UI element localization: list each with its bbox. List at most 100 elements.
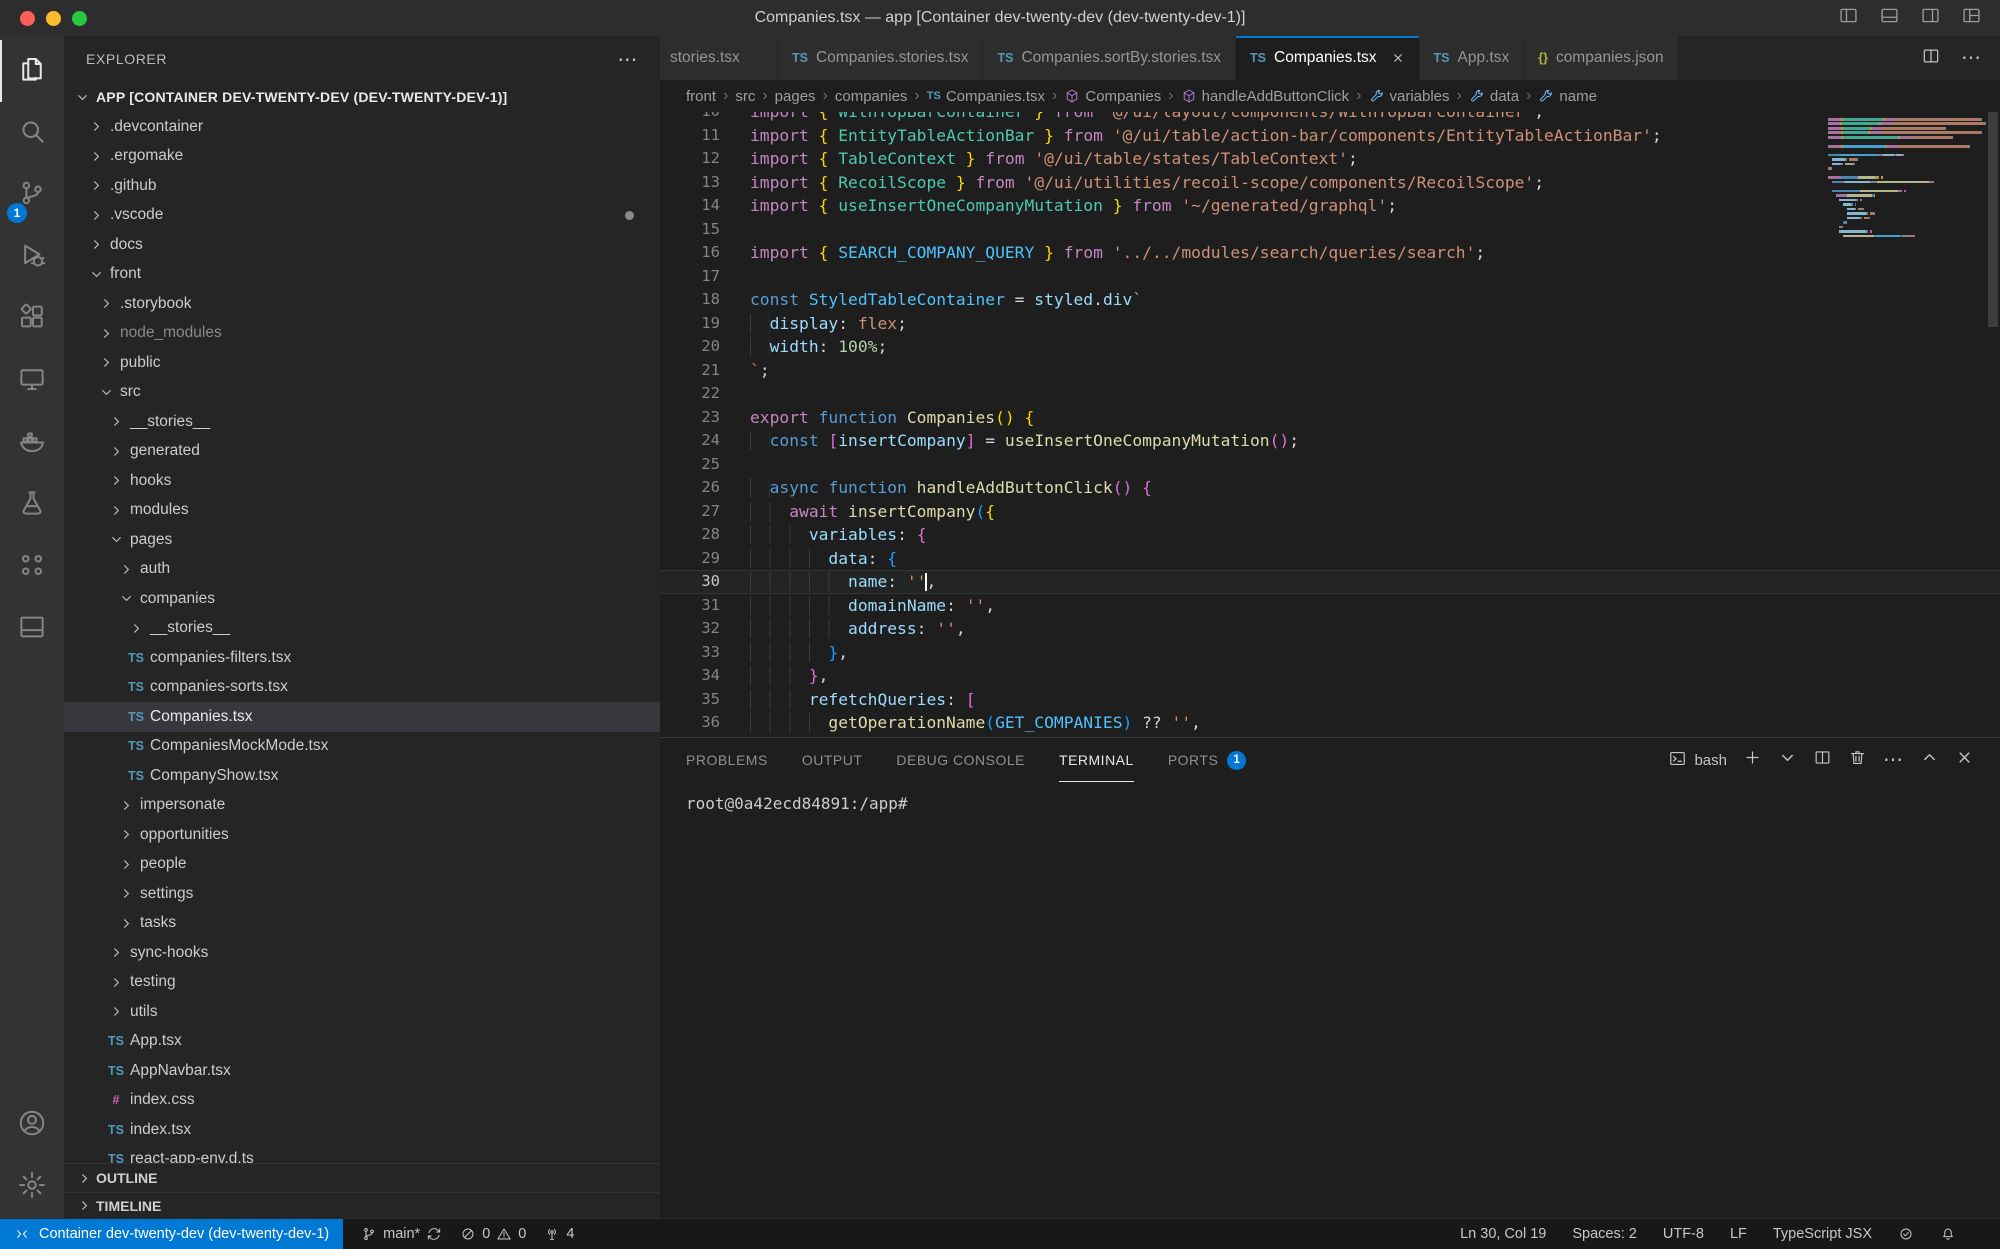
tab-Companies.tsx[interactable]: TS Companies.tsx [1236, 36, 1420, 80]
outline-section-header[interactable]: OUTLINE [64, 1163, 660, 1192]
tree-item-impersonate[interactable]: impersonate [64, 791, 660, 821]
activity-item-testing[interactable] [0, 474, 64, 536]
code-line-32[interactable]: 32 address: '', [660, 617, 2000, 641]
code-line-21[interactable]: 21`; [660, 359, 2000, 383]
breadcrumb-Companies[interactable]: Companies [1064, 88, 1161, 105]
breadcrumb-src[interactable]: src [735, 88, 755, 105]
tree-item-testing[interactable]: testing [64, 968, 660, 998]
tree-item-src[interactable]: src [64, 378, 660, 408]
git-branch[interactable]: main* [361, 1226, 442, 1242]
breadcrumb-name[interactable]: name [1538, 88, 1597, 105]
panel-tab-TERMINAL[interactable]: TERMINAL [1059, 738, 1134, 782]
cursor-position[interactable]: Ln 30, Col 19 [1460, 1226, 1546, 1242]
problems-summary[interactable]: 0 0 [460, 1226, 526, 1242]
editor-more-actions-icon[interactable]: ⋯ [1961, 48, 1982, 68]
code-line-22[interactable]: 22 [660, 382, 2000, 406]
eol-selector[interactable]: LF [1730, 1226, 1747, 1242]
code-editor[interactable]: 10import { WithTopBarContainer } from '@… [660, 112, 2000, 737]
tree-item-CompaniesMockMode.tsx[interactable]: TSCompaniesMockMode.tsx [64, 732, 660, 762]
tree-item-companies[interactable]: companies [64, 584, 660, 614]
shell-selector[interactable]: bash [1668, 749, 1727, 772]
language-mode[interactable]: TypeScript JSX [1773, 1226, 1872, 1242]
tree-item-.github[interactable]: .github [64, 171, 660, 201]
code-line-16[interactable]: 16import { SEARCH_COMPANY_QUERY } from '… [660, 241, 2000, 265]
tree-item-__stories__[interactable]: __stories__ [64, 614, 660, 644]
tree-item-.vscode[interactable]: .vscode [64, 201, 660, 231]
tree-item-companies-sorts.tsx[interactable]: TScompanies-sorts.tsx [64, 673, 660, 703]
breadcrumb-front[interactable]: front [686, 88, 716, 105]
kill-terminal-icon[interactable] [1848, 748, 1867, 772]
code-line-29[interactable]: 29 data: { [660, 547, 2000, 571]
code-line-25[interactable]: 25 [660, 453, 2000, 477]
tree-item-generated[interactable]: generated [64, 437, 660, 467]
tree-item-tasks[interactable]: tasks [64, 909, 660, 939]
code-line-20[interactable]: 20 width: 100%; [660, 335, 2000, 359]
tree-item-hooks[interactable]: hooks [64, 466, 660, 496]
breadcrumb-companies[interactable]: companies [835, 88, 908, 105]
panel-tab-PORTS[interactable]: PORTS 1 [1168, 738, 1246, 782]
tree-item-AppNavbar.tsx[interactable]: TSAppNavbar.tsx [64, 1056, 660, 1086]
close-window-button[interactable] [20, 11, 35, 26]
activity-item-remote-explorer[interactable] [0, 350, 64, 412]
tree-item-companies-filters.tsx[interactable]: TScompanies-filters.tsx [64, 643, 660, 673]
close-tab-icon[interactable] [1391, 51, 1405, 65]
tree-item-.ergomake[interactable]: .ergomake [64, 142, 660, 172]
panel-tab-DEBUG CONSOLE[interactable]: DEBUG CONSOLE [896, 738, 1025, 782]
breadcrumb-pages[interactable]: pages [775, 88, 816, 105]
code-line-23[interactable]: 23export function Companies() { [660, 406, 2000, 430]
code-line-11[interactable]: 11import { EntityTableActionBar } from '… [660, 124, 2000, 148]
code-line-30[interactable]: 30 name: '', [660, 570, 2000, 594]
tree-item-utils[interactable]: utils [64, 997, 660, 1027]
split-editor-icon[interactable] [1921, 46, 1941, 71]
scrollbar-thumb[interactable] [1988, 112, 1998, 327]
layout-sidebar-right-icon[interactable] [1920, 5, 1941, 31]
tree-item-App.tsx[interactable]: TSApp.tsx [64, 1027, 660, 1057]
tree-item-index.tsx[interactable]: TSindex.tsx [64, 1115, 660, 1145]
code-line-18[interactable]: 18const StyledTableContainer = styled.di… [660, 288, 2000, 312]
indentation[interactable]: Spaces: 2 [1572, 1226, 1637, 1242]
explorer-more-actions-icon[interactable]: ⋯ [617, 47, 638, 72]
tab-Companies.sortBy.stories.tsx[interactable]: TS Companies.sortBy.stories.tsx [983, 36, 1236, 80]
breadcrumb-variables[interactable]: variables [1369, 88, 1450, 105]
tree-item-front[interactable]: front [64, 260, 660, 290]
tree-item-auth[interactable]: auth [64, 555, 660, 585]
zoom-window-button[interactable] [72, 11, 87, 26]
notifications-bell-icon[interactable] [1940, 1226, 1956, 1242]
code-line-33[interactable]: 33 }, [660, 641, 2000, 665]
code-line-19[interactable]: 19 display: flex; [660, 312, 2000, 336]
panel-tab-OUTPUT[interactable]: OUTPUT [802, 738, 863, 782]
activity-item-source-control[interactable]: 1 [0, 164, 64, 226]
minimize-window-button[interactable] [46, 11, 61, 26]
tree-item-node_modules[interactable]: node_modules [64, 319, 660, 349]
activity-item-accounts[interactable] [0, 1094, 64, 1156]
code-line-15[interactable]: 15 [660, 218, 2000, 242]
tree-item-sync-hooks[interactable]: sync-hooks [64, 938, 660, 968]
tree-item-index.css[interactable]: #index.css [64, 1086, 660, 1116]
panel-tab-PROBLEMS[interactable]: PROBLEMS [686, 738, 768, 782]
code-line-27[interactable]: 27 await insertCompany({ [660, 500, 2000, 524]
panel-more-actions-icon[interactable]: ⋯ [1883, 750, 1904, 770]
formatter-status-icon[interactable] [1898, 1226, 1914, 1242]
breadcrumb-handleAddButtonClick[interactable]: handleAddButtonClick [1181, 88, 1350, 105]
tree-item-.devcontainer[interactable]: .devcontainer [64, 112, 660, 142]
tree-item-__stories__[interactable]: __stories__ [64, 407, 660, 437]
tree-item-docs[interactable]: docs [64, 230, 660, 260]
tree-item-react-app-env.d.ts[interactable]: TSreact-app-env.d.ts [64, 1145, 660, 1164]
layout-customize-icon[interactable] [1961, 5, 1982, 31]
tree-item-settings[interactable]: settings [64, 879, 660, 909]
code-line-12[interactable]: 12import { TableContext } from '@/ui/tab… [660, 147, 2000, 171]
breadcrumb-data[interactable]: data [1469, 88, 1519, 105]
code-line-24[interactable]: 24 const [insertCompany] = useInsertOneC… [660, 429, 2000, 453]
tree-item-pages[interactable]: pages [64, 525, 660, 555]
close-panel-icon[interactable] [1955, 748, 1974, 772]
tree-item-opportunities[interactable]: opportunities [64, 820, 660, 850]
tree-item-modules[interactable]: modules [64, 496, 660, 526]
code-line-34[interactable]: 34 }, [660, 664, 2000, 688]
activity-item-explorer[interactable] [0, 40, 64, 102]
activity-item-run-debug[interactable] [0, 226, 64, 288]
tree-item-CompanyShow.tsx[interactable]: TSCompanyShow.tsx [64, 761, 660, 791]
code-line-31[interactable]: 31 domainName: '', [660, 594, 2000, 618]
code-line-26[interactable]: 26 async function handleAddButtonClick()… [660, 476, 2000, 500]
breadcrumb-Companies.tsx[interactable]: TSCompanies.tsx [927, 88, 1045, 105]
tab-App.tsx[interactable]: TS App.tsx [1420, 36, 1525, 80]
